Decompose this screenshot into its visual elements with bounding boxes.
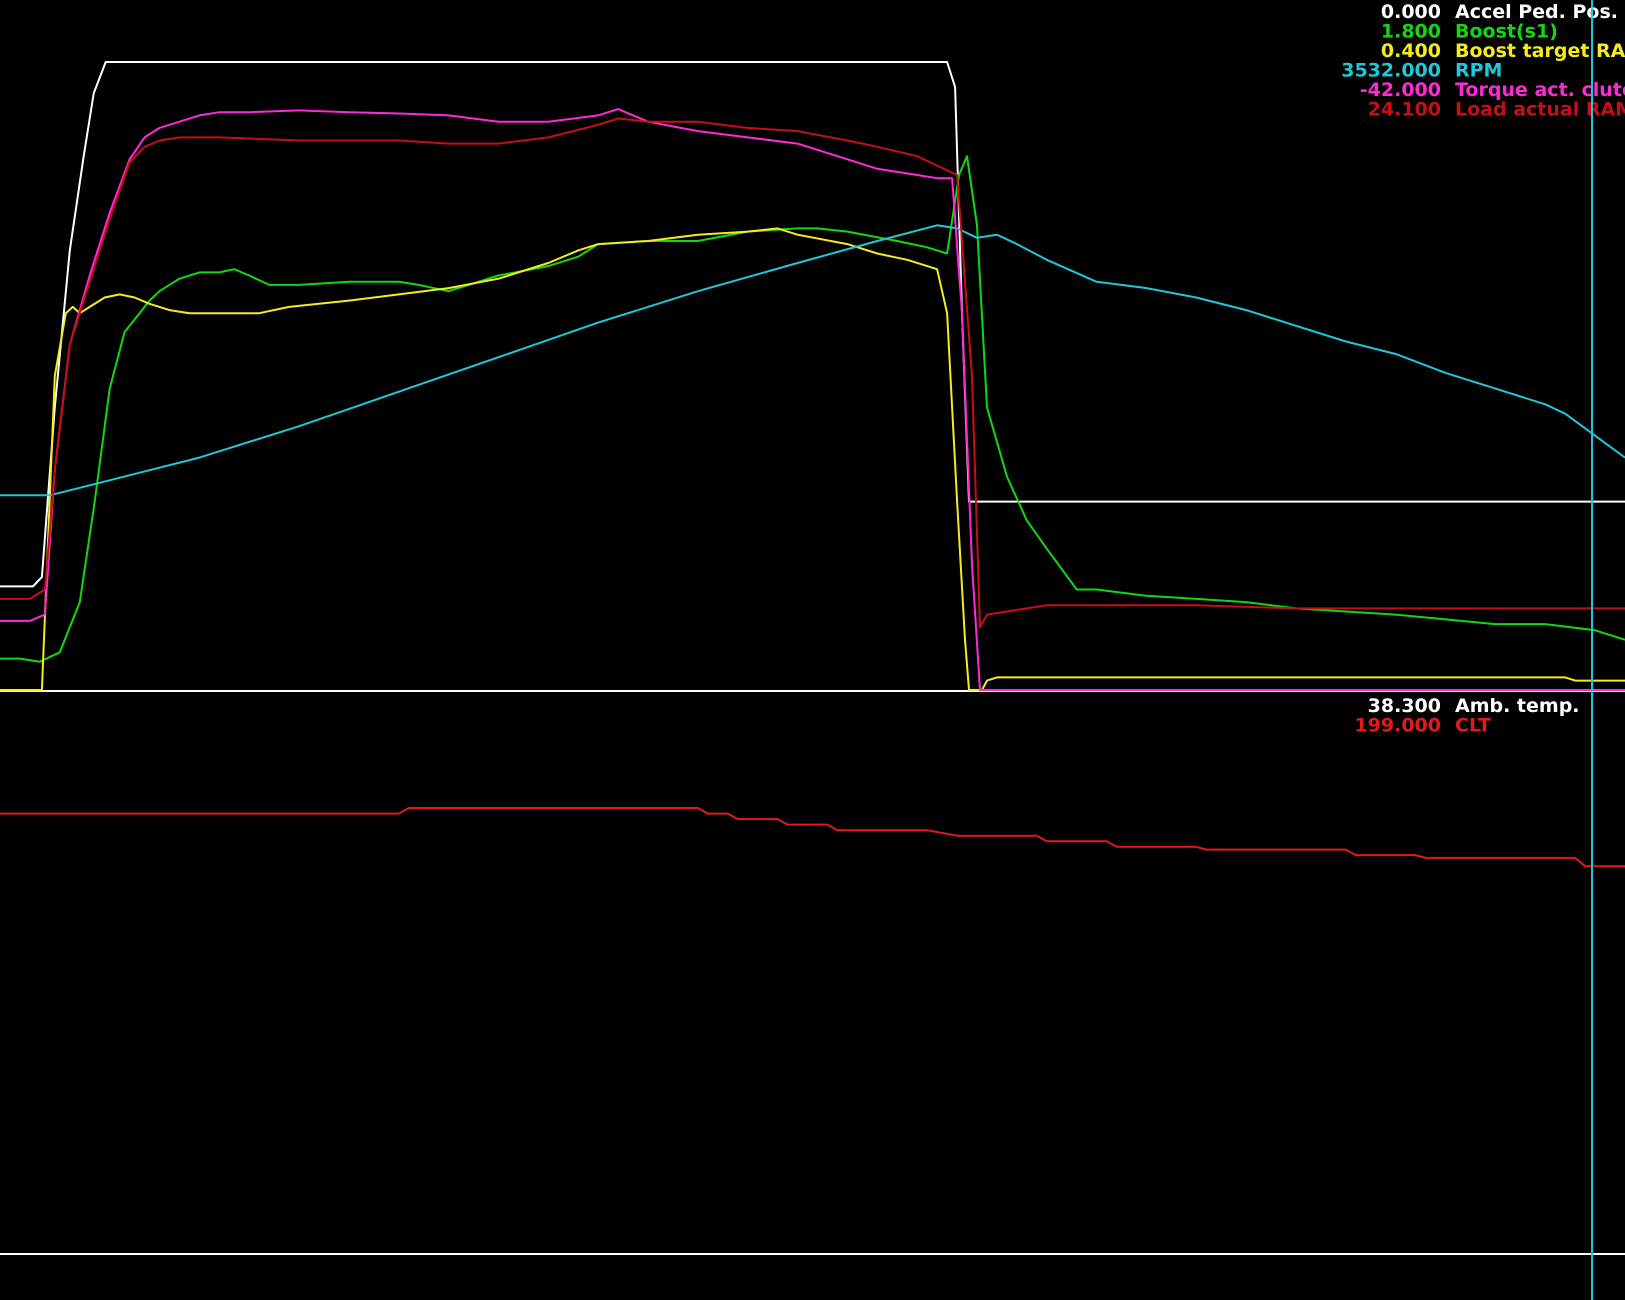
load-actual-ram-line	[0, 117, 1625, 629]
rpm-line	[0, 224, 1625, 497]
legend-label-load-actual-ram: Load actual RAM	[1455, 99, 1625, 121]
boost-s1-line	[0, 155, 1625, 663]
clt-line	[0, 807, 1625, 868]
accel-ped-pos-line	[0, 61, 1625, 588]
legend-value-load-actual-ram: 24.100	[1368, 99, 1441, 121]
boost-target-ram-line	[0, 227, 1625, 691]
log-graph-viewer[interactable]: 0.000 Accel Ped. Pos.1.800 Boost(s1)0.400 B…	[0, 0, 1625, 1300]
legend-value-clt: 199.000	[1354, 715, 1441, 737]
torque-act-clutch-line	[0, 108, 1625, 691]
legend-label-clt: CLT	[1455, 715, 1491, 737]
upper-graph-panel[interactable]: 0.000 Accel Ped. Pos.1.800 Boost(s1)0.400 B…	[0, 1, 1625, 692]
lower-graph-panel[interactable]: 38.300 Amb. temp.199.000 CLT	[0, 695, 1625, 1255]
